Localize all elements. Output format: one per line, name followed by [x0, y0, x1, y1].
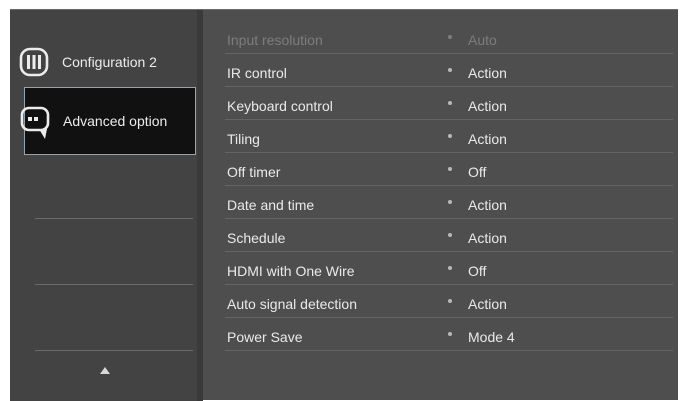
setting-name: Keyboard control: [227, 98, 333, 114]
setting-name: Off timer: [227, 164, 281, 180]
sidebar: Configuration 2 Advanced option: [10, 10, 197, 401]
setting-row-ir-control[interactable]: IR control Action: [203, 57, 673, 89]
setting-row-hdmi-with-one-wire[interactable]: HDMI with One Wire Off: [203, 255, 673, 287]
row-divider: [225, 350, 673, 351]
setting-row-date-and-time[interactable]: Date and time Action: [203, 189, 673, 221]
up-arrow-icon[interactable]: [100, 367, 110, 374]
setting-name: Auto signal detection: [227, 296, 357, 312]
setting-value: Action: [468, 98, 507, 114]
row-divider: [225, 53, 673, 54]
setting-row-input-resolution: Input resolution Auto: [203, 24, 673, 56]
setting-name: Schedule: [227, 230, 286, 246]
bullet-icon: [448, 134, 452, 138]
setting-value: Mode 4: [468, 329, 515, 345]
row-divider: [225, 119, 673, 120]
bullet-icon: [448, 299, 452, 303]
row-divider: [225, 251, 673, 252]
sidebar-divider: [35, 350, 193, 351]
row-divider: [225, 86, 673, 87]
setting-name: Date and time: [227, 197, 315, 213]
settings-list: Input resolution Auto IR control Action …: [203, 10, 678, 401]
row-divider: [225, 284, 673, 285]
setting-row-auto-signal-detection[interactable]: Auto signal detection Action: [203, 288, 673, 320]
row-divider: [225, 317, 673, 318]
setting-value: Off: [468, 263, 487, 279]
setting-name: HDMI with One Wire: [227, 263, 355, 279]
sidebar-item-configuration-2[interactable]: Configuration 2: [18, 32, 196, 92]
setting-name: Power Save: [227, 329, 303, 345]
sidebar-item-label: Configuration 2: [62, 54, 157, 70]
advanced-option-icon: [19, 104, 53, 139]
setting-name: IR control: [227, 65, 287, 81]
setting-row-keyboard-control[interactable]: Keyboard control Action: [203, 90, 673, 122]
sidebar-divider: [35, 218, 193, 219]
row-divider: [225, 152, 673, 153]
sidebar-divider: [35, 284, 193, 285]
setting-value: Action: [468, 230, 507, 246]
row-divider: [225, 218, 673, 219]
setting-row-power-save[interactable]: Power Save Mode 4: [203, 321, 673, 353]
setting-name: Input resolution: [227, 32, 323, 48]
row-divider: [225, 185, 673, 186]
setting-value: Action: [468, 197, 507, 213]
bullet-icon: [448, 167, 452, 171]
setting-value: Action: [468, 131, 507, 147]
bullet-icon: [448, 101, 452, 105]
setting-value: Auto: [468, 32, 497, 48]
setting-value: Action: [468, 296, 507, 312]
setting-row-schedule[interactable]: Schedule Action: [203, 222, 673, 254]
bullet-icon: [448, 68, 452, 72]
bullet-icon: [448, 35, 452, 39]
osd-menu: Configuration 2 Advanced option Input re…: [10, 9, 678, 401]
sidebar-item-label: Advanced option: [63, 113, 168, 129]
bullet-icon: [448, 266, 452, 270]
bullet-icon: [448, 200, 452, 204]
setting-value: Action: [468, 65, 507, 81]
setting-value: Off: [468, 164, 487, 180]
configuration-icon: [18, 45, 52, 79]
setting-row-off-timer[interactable]: Off timer Off: [203, 156, 673, 188]
setting-row-tiling[interactable]: Tiling Action: [203, 123, 673, 155]
sidebar-item-advanced-option[interactable]: Advanced option: [20, 87, 196, 155]
bullet-icon: [448, 332, 452, 336]
setting-name: Tiling: [227, 131, 260, 147]
bullet-icon: [448, 233, 452, 237]
